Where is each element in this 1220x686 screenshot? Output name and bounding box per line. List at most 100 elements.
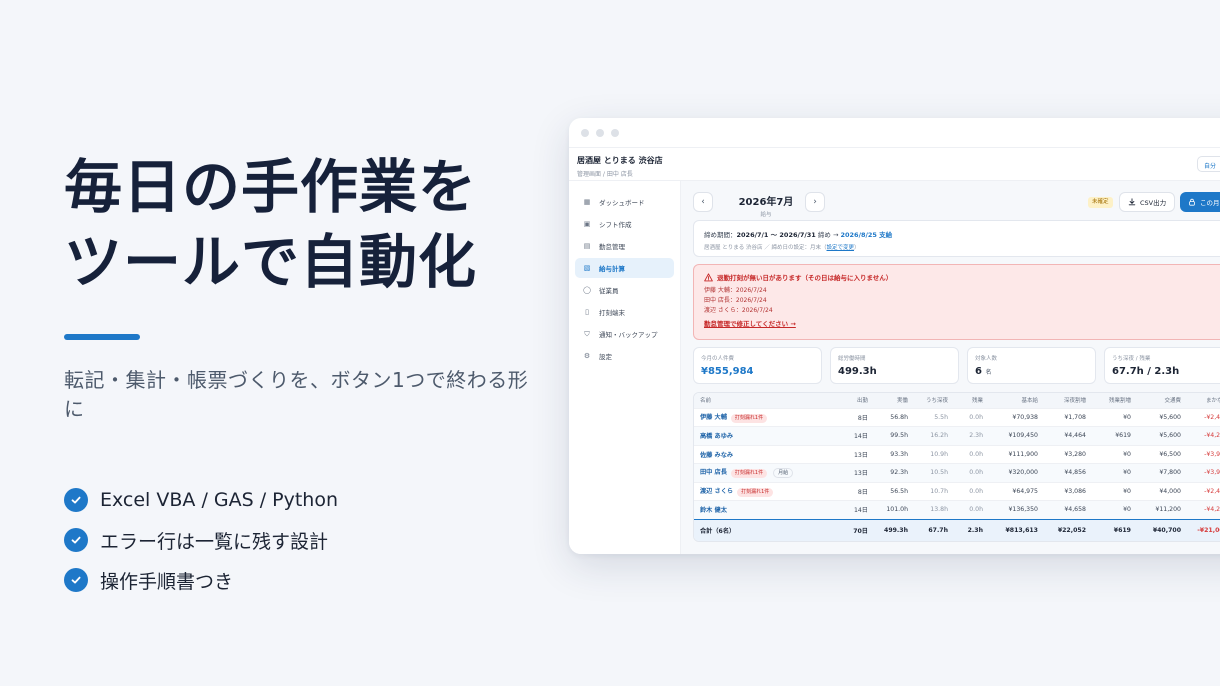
cell-base: ¥70,938 (989, 407, 1044, 427)
sidebar-item-settings[interactable]: ⚙ 設定 (575, 346, 674, 366)
stat-label: うち深夜 / 残業 (1112, 356, 1151, 362)
employee-name-cell[interactable]: 鈴木 健太 (694, 500, 834, 519)
table-row[interactable]: 鈴木 健太 14日 101.0h 13.8h 0.0h ¥136,350 ¥4,… (694, 500, 1220, 519)
stat-night-overtime: うち深夜 / 残業 67.7h / 2.3h (1104, 347, 1220, 384)
cell-ot-premium: ¥0 (1092, 407, 1137, 427)
employee-name[interactable]: 渡辺 さくら (700, 488, 733, 495)
payroll-table-container: 名前 出勤 実働 うち深夜 残業 基本給 深夜割増 残業割増 交通費 まかない (693, 392, 1220, 542)
accent-bar (64, 334, 140, 340)
stat-value: 6 名 (975, 366, 1088, 377)
col-header-days[interactable]: 出勤 (834, 393, 874, 408)
stat-number: 6 (975, 366, 982, 377)
employee-name-cell[interactable]: 渡辺 さくら 打刻漏れ1件 (694, 481, 834, 501)
cell-night: 5.5h (914, 407, 954, 427)
table-row[interactable]: 佐藤 みなみ 13日 93.3h 10.9h 0.0h ¥111,900 ¥3,… (694, 444, 1220, 464)
employee-name-cell[interactable]: 高橋 あゆみ (694, 426, 834, 445)
employee-name-cell[interactable]: 佐藤 みなみ (694, 444, 834, 464)
cell-night: 16.2h (914, 426, 954, 445)
app-window: 居酒屋 とりまる 渋谷店 管理画面 / 田中 店長 自分 ▦ ダッシュボード ▣… (569, 118, 1220, 554)
alert-list: 伊藤 大輔：2026/7/24 田中 店長：2026/7/24 渡辺 さくら：2… (704, 286, 1220, 316)
feature-item: Excel VBA / GAS / Python (64, 480, 534, 520)
col-header-name[interactable]: 名前 (694, 393, 834, 408)
gear-icon: ⚙ (583, 352, 591, 360)
status-badge: 未確定 (1088, 197, 1113, 208)
cell-night: 10.5h (914, 463, 954, 482)
employee-name[interactable]: 鈴木 健太 (700, 507, 727, 514)
cell-days: 8日 (834, 407, 874, 427)
period-label: 締め期間： (704, 231, 737, 239)
cell-night-premium: ¥4,464 (1044, 426, 1092, 445)
sidebar-item-attendance[interactable]: ▤ 勤怠管理 (575, 236, 674, 256)
cell-night-premium: ¥4,856 (1044, 463, 1092, 482)
sidebar-item-notification[interactable]: ⛉ 通知・バックアップ (575, 324, 674, 344)
subline: 転記・集計・帳票づくりを、ボタン1つで終わる形に (64, 368, 529, 421)
employee-name[interactable]: 佐藤 みなみ (700, 452, 733, 459)
sidebar-item-terminal[interactable]: ▯ 打刻端末 (575, 302, 674, 322)
cell-base: ¥136,350 (989, 500, 1044, 519)
cell-days: 14日 (834, 500, 874, 519)
header-user-button[interactable]: 自分 (1197, 156, 1220, 172)
sidebar-item-dashboard[interactable]: ▦ ダッシュボード (575, 192, 674, 212)
col-header-night-premium[interactable]: 深夜割増 (1044, 393, 1092, 408)
cell-meal: -¥2,400 (1187, 481, 1220, 501)
col-header-overtime[interactable]: 残業 (954, 393, 989, 408)
window-maximize-dot[interactable] (611, 128, 619, 137)
sidebar: ▦ ダッシュボード ▣ シフト作成 ▤ 勤怠管理 ▧ 給与計算 ◯ 従業員 ▯ … (569, 181, 681, 554)
cell-overtime: 0.0h (954, 407, 989, 427)
sidebar-item-label: 給与計算 (599, 265, 625, 273)
month-toolbar: ‹ 2026年7月 給与 › 未確定 CSV出力 この月を (693, 192, 1220, 218)
employee-name[interactable]: 田中 店長 (700, 469, 727, 476)
cell-worked: 93.3h (874, 444, 914, 464)
window-minimize-dot[interactable] (596, 128, 604, 137)
cell-worked: 92.3h (874, 463, 914, 482)
stat-labor-cost: 今月の人件費 ¥855,984 (693, 347, 822, 384)
employee-name[interactable]: 伊藤 大輔 (700, 414, 727, 421)
prev-month-button[interactable]: ‹ (693, 192, 713, 212)
tablet-icon: ▯ (585, 308, 589, 316)
stat-label: 総労働時間 (838, 356, 866, 362)
monthly-salary-tag: 月給 (773, 468, 794, 479)
col-header-transport[interactable]: 交通費 (1137, 393, 1187, 408)
col-header-worked[interactable]: 実働 (874, 393, 914, 408)
cell-worked: 101.0h (874, 500, 914, 519)
sidebar-item-payroll[interactable]: ▧ 給与計算 (575, 258, 674, 278)
stat-value: ¥855,984 (701, 366, 754, 377)
stat-total-hours: 総労働時間 499.3h (830, 347, 959, 384)
total-days: 70日 (834, 518, 874, 541)
employee-name[interactable]: 高橋 あゆみ (700, 433, 733, 440)
table-row[interactable]: 伊藤 大輔 打刻漏れ1件 8日 56.8h 5.5h 0.0h ¥70,938 ¥… (694, 407, 1220, 427)
next-month-button[interactable]: › (805, 192, 825, 212)
col-header-base[interactable]: 基本給 (989, 393, 1044, 408)
table-row[interactable]: 田中 店長 打刻漏れ1件 月給 13日 92.3h 10.5h 0.0h ¥320,… (694, 463, 1220, 482)
cell-days: 13日 (834, 444, 874, 464)
promo-section: 毎日の手作業を ツールで自動化 転記・集計・帳票づくりを、ボタン1つで終わる形に… (64, 150, 534, 600)
col-header-night[interactable]: うち深夜 (914, 393, 954, 408)
fix-attendance-link[interactable]: 勤怠管理で修正してください → (704, 318, 1220, 328)
window-close-dot[interactable] (581, 128, 589, 137)
check-icon (64, 488, 88, 512)
employee-name-cell[interactable]: 田中 店長 打刻漏れ1件 月給 (694, 463, 834, 482)
chevron-left-icon: ‹ (701, 197, 705, 207)
feature-item: 操作手順書つき (64, 560, 534, 600)
csv-export-button[interactable]: CSV出力 (1119, 192, 1175, 212)
window-titlebar (569, 118, 1220, 148)
cell-night: 13.8h (914, 500, 954, 519)
employee-name-cell[interactable]: 伊藤 大輔 打刻漏れ1件 (694, 407, 834, 427)
feature-text: 操作手順書つき (100, 570, 234, 593)
col-header-meal[interactable]: まかない (1187, 393, 1220, 408)
sidebar-item-employees[interactable]: ◯ 従業員 (575, 280, 674, 300)
change-setting-link[interactable]: 設定で変更 (827, 245, 855, 251)
headline-line-1: 毎日の手作業を (64, 153, 478, 221)
alert-item: 田中 店長：2026/7/24 (704, 297, 767, 304)
store-subtitle: 管理画面 / 田中 店長 (577, 171, 633, 178)
period-subline: 居酒屋 とりまる 渋谷店 ／ 締め日の設定：月末（設定で変更） (704, 243, 1220, 251)
cell-transport: ¥5,600 (1137, 426, 1187, 445)
table-row[interactable]: 高橋 あゆみ 14日 99.5h 16.2h 2.3h ¥109,450 ¥4,… (694, 426, 1220, 445)
cell-overtime: 2.3h (954, 426, 989, 445)
feature-text: エラー行は一覧に残す設計 (100, 530, 329, 553)
table-row[interactable]: 渡辺 さくら 打刻漏れ1件 8日 56.5h 10.7h 0.0h ¥64,975… (694, 481, 1220, 501)
cell-base: ¥111,900 (989, 444, 1044, 464)
sidebar-item-shift[interactable]: ▣ シフト作成 (575, 214, 674, 234)
col-header-ot-premium[interactable]: 残業割増 (1092, 393, 1137, 408)
confirm-month-button[interactable]: この月を (1180, 192, 1220, 212)
